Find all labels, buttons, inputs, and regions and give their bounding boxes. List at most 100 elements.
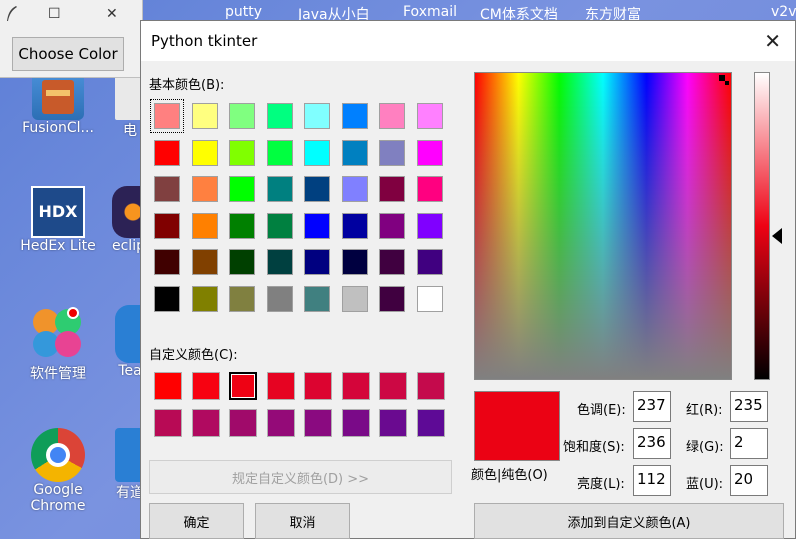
feather-icon — [7, 6, 17, 21]
basic-color-swatch[interactable] — [416, 176, 443, 202]
minimize-button[interactable]: ☐ — [48, 6, 61, 22]
basic-color-swatch[interactable] — [379, 285, 405, 312]
basic-color-swatch[interactable] — [266, 103, 293, 129]
top-link-v2v[interactable]: v2v — [771, 4, 796, 20]
custom-color-swatch[interactable] — [266, 372, 295, 400]
saturation-field[interactable]: 236 — [633, 428, 671, 459]
custom-color-swatch[interactable] — [154, 409, 182, 437]
desktop-icon-fusioncloud[interactable]: FusionCl... — [18, 72, 98, 136]
basic-color-swatch[interactable] — [341, 212, 368, 239]
desktop-icon-chrome[interactable]: Google Chrome — [18, 428, 98, 514]
custom-color-swatch[interactable] — [341, 409, 370, 437]
basic-color-swatch[interactable] — [191, 249, 218, 275]
desktop-icon-eclipse[interactable]: eclip — [112, 186, 145, 254]
custom-color-swatch[interactable] — [191, 409, 220, 437]
top-link-putty[interactable]: putty — [225, 4, 262, 20]
basic-color-swatch[interactable] — [304, 249, 330, 275]
basic-color-swatch[interactable] — [191, 212, 218, 239]
basic-color-swatch[interactable] — [266, 176, 293, 202]
basic-color-swatch[interactable] — [266, 285, 293, 312]
blue-field[interactable]: 20 — [730, 465, 768, 496]
preview-label[interactable]: 颜色|纯色(O) — [471, 464, 548, 483]
close-button[interactable]: ✕ — [106, 6, 118, 22]
basic-color-swatch[interactable] — [154, 249, 180, 275]
basic-color-swatch[interactable] — [416, 103, 443, 129]
custom-color-swatch[interactable] — [416, 372, 445, 400]
basic-color-swatch[interactable] — [154, 285, 180, 312]
basic-color-swatch[interactable] — [304, 212, 330, 239]
basic-color-swatch[interactable] — [379, 176, 405, 202]
top-link-foxmail[interactable]: Foxmail — [403, 4, 457, 20]
basic-color-swatch[interactable] — [341, 103, 368, 129]
color-spectrum[interactable] — [474, 72, 732, 380]
basic-color-swatch[interactable] — [416, 139, 443, 166]
basic-color-swatch[interactable] — [416, 285, 443, 312]
basic-color-swatch[interactable] — [379, 212, 405, 239]
basic-color-swatch[interactable] — [341, 176, 368, 202]
custom-color-swatch[interactable] — [229, 372, 257, 400]
custom-color-swatch[interactable] — [229, 409, 257, 437]
basic-color-swatch[interactable] — [229, 139, 255, 166]
basic-color-swatch[interactable] — [416, 212, 443, 239]
custom-color-swatch[interactable] — [341, 372, 370, 400]
youdao-icon — [115, 428, 143, 482]
custom-color-swatch[interactable] — [154, 372, 182, 400]
custom-color-swatch[interactable] — [266, 409, 295, 437]
basic-color-swatch[interactable] — [191, 103, 218, 129]
basic-color-swatch[interactable] — [304, 176, 330, 202]
desktop-icon-label: 软件管理 — [30, 366, 86, 382]
cancel-button[interactable]: 取消 — [255, 503, 350, 539]
dialog-close-button[interactable]: ✕ — [764, 29, 781, 53]
desktop-icon-software-manager[interactable]: 软件管理 — [18, 305, 98, 383]
basic-color-swatch[interactable] — [266, 249, 293, 275]
chrome-icon — [31, 428, 85, 482]
basic-color-swatch[interactable] — [150, 99, 184, 133]
ok-button[interactable]: 确定 — [149, 503, 244, 539]
basic-color-swatch[interactable] — [229, 212, 255, 239]
add-to-custom-colors-button[interactable]: 添加到自定义颜色(A) — [474, 503, 784, 539]
luminosity-field[interactable]: 112 — [633, 465, 671, 496]
basic-color-swatch[interactable] — [304, 285, 330, 312]
basic-color-swatch[interactable] — [154, 176, 180, 202]
red-label: 红(R): — [686, 403, 723, 418]
choose-color-button[interactable]: Choose Color — [12, 37, 124, 71]
green-field[interactable]: 2 — [730, 428, 768, 459]
red-field[interactable]: 235 — [730, 391, 768, 422]
basic-color-swatch[interactable] — [341, 139, 368, 166]
custom-color-swatch[interactable] — [379, 409, 407, 437]
dialog-titlebar[interactable]: Python tkinter ✕ — [141, 21, 795, 61]
define-custom-colors-button[interactable]: 规定自定义颜色(D) >> — [149, 460, 452, 494]
basic-color-swatch[interactable] — [154, 139, 180, 166]
basic-color-swatch[interactable] — [304, 103, 330, 129]
custom-colors-label: 自定义颜色(C): — [149, 348, 238, 363]
basic-color-swatch[interactable] — [379, 139, 405, 166]
basic-color-swatch[interactable] — [416, 249, 443, 275]
basic-color-swatch[interactable] — [191, 176, 218, 202]
custom-color-swatch[interactable] — [416, 409, 445, 437]
basic-color-swatch[interactable] — [229, 249, 255, 275]
software-manager-icon — [29, 305, 87, 363]
custom-color-swatch[interactable] — [304, 409, 332, 437]
blue-label: 蓝(U): — [686, 477, 724, 492]
hue-field[interactable]: 237 — [633, 391, 671, 422]
basic-color-swatch[interactable] — [341, 249, 368, 275]
basic-color-swatch[interactable] — [266, 212, 293, 239]
basic-color-swatch[interactable] — [154, 212, 180, 239]
basic-color-swatch[interactable] — [304, 139, 330, 166]
basic-color-swatch[interactable] — [341, 285, 368, 312]
basic-color-swatch[interactable] — [229, 103, 255, 129]
luminosity-label: 亮度(L): — [577, 477, 625, 492]
luminosity-pointer-icon[interactable] — [772, 228, 782, 244]
desktop-icon-hedex[interactable]: HDX HedEx Lite — [18, 186, 98, 254]
basic-color-swatch[interactable] — [379, 103, 405, 129]
basic-color-swatch[interactable] — [379, 249, 405, 275]
basic-color-swatch[interactable] — [229, 285, 255, 312]
custom-color-swatch[interactable] — [379, 372, 407, 400]
basic-color-swatch[interactable] — [266, 139, 293, 166]
luminosity-slider[interactable] — [754, 72, 770, 380]
custom-color-swatch[interactable] — [304, 372, 332, 400]
basic-color-swatch[interactable] — [191, 139, 218, 166]
basic-color-swatch[interactable] — [229, 176, 255, 202]
custom-color-swatch[interactable] — [191, 372, 220, 400]
basic-color-swatch[interactable] — [191, 285, 218, 312]
